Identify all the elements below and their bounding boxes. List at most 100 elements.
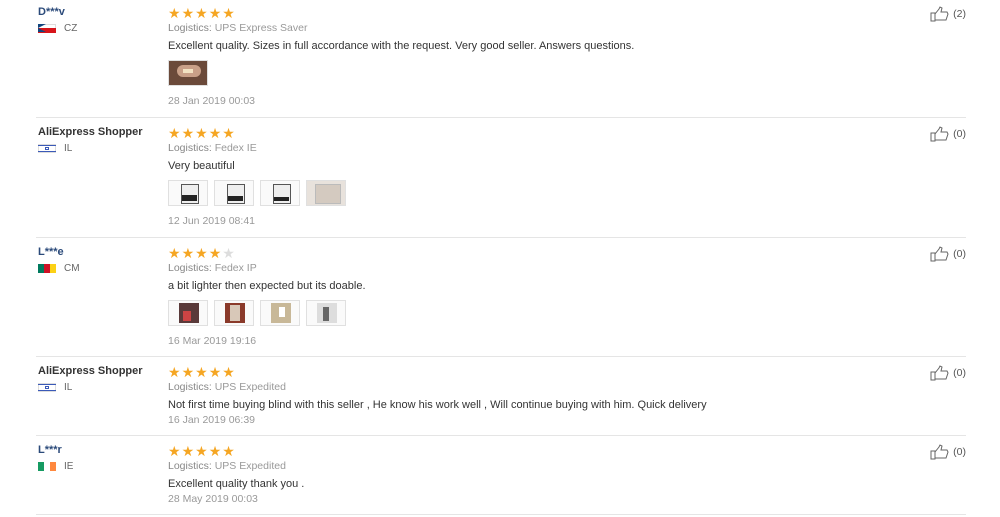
review-date: 16 Mar 2019 19:16 — [168, 335, 257, 347]
star-rating: ★ ★ ★ ★ ★ — [168, 126, 888, 140]
country-code: CZ — [64, 23, 78, 34]
star-rating: ★ ★ ★ ★ ★ — [168, 365, 888, 379]
star-icon: ★ — [195, 125, 208, 141]
star-icon: ★ — [222, 443, 235, 459]
star-icon: ★ — [168, 245, 181, 261]
review-photos — [168, 180, 888, 206]
review-item: L***e CM ★ ★ ★ ★ ★ Logistics: Fedex IP a bit… — [36, 240, 966, 357]
flag-cz-icon — [38, 24, 56, 33]
review-content: ★ ★ ★ ★ ★ Logistics: UPS Expedited Excellent… — [168, 444, 888, 505]
star-icon: ★ — [222, 5, 235, 21]
review-photo-thumbnail[interactable] — [168, 60, 208, 86]
star-icon: ★ — [181, 364, 195, 380]
review-photo-thumbnail[interactable] — [214, 300, 254, 326]
reviewer-name: L***e — [38, 246, 64, 258]
star-icon: ★ — [195, 5, 208, 21]
logistics-info: Logistics: UPS Expedited — [168, 460, 888, 472]
logistics-info: Logistics: UPS Expedited — [168, 381, 888, 393]
logistics-value: Fedex IP — [214, 262, 257, 274]
reviewer-info: L***r IE — [38, 444, 168, 472]
star-icon: ★ — [168, 443, 181, 459]
star-icon: ★ — [181, 5, 195, 21]
logistics-label: Logistics: — [168, 381, 212, 393]
logistics-info: Logistics: Fedex IE — [168, 142, 888, 154]
review-date: 28 May 2019 00:03 — [168, 493, 258, 505]
flag-cm-icon — [38, 264, 56, 273]
star-icon: ★ — [208, 5, 222, 21]
logistics-label: Logistics: — [168, 460, 212, 472]
thumbs-up-icon — [930, 126, 949, 142]
review-photo-thumbnail[interactable] — [168, 180, 208, 206]
review-content: ★ ★ ★ ★ ★ Logistics: UPS Express Saver Excel… — [168, 6, 888, 107]
thumbs-up-icon — [930, 365, 949, 381]
review-content: ★ ★ ★ ★ ★ Logistics: Fedex IP a bit lighter … — [168, 246, 888, 347]
star-icon: ★ — [195, 443, 208, 459]
star-icon: ★ — [168, 5, 181, 21]
star-icon: ★ — [181, 245, 195, 261]
review-photo-thumbnail[interactable] — [260, 180, 300, 206]
star-empty-icon: ★ — [222, 245, 235, 261]
reviewer-country: CM — [38, 263, 168, 274]
star-icon: ★ — [222, 125, 235, 141]
review-photos — [168, 60, 888, 86]
reviewer-name: AliExpress Shopper — [38, 126, 143, 138]
review-photo-thumbnail[interactable] — [306, 180, 346, 206]
reviewer-name: L***r — [38, 444, 62, 456]
helpful-button[interactable]: (0) — [930, 126, 966, 142]
logistics-label: Logistics: — [168, 22, 212, 34]
helpful-button[interactable]: (2) — [930, 6, 966, 22]
review-date: 28 Jan 2019 00:03 — [168, 95, 255, 107]
helpful-button[interactable]: (0) — [930, 246, 966, 262]
star-icon: ★ — [168, 364, 181, 380]
country-code: IE — [64, 461, 74, 472]
thumbs-up-icon — [930, 444, 949, 460]
thumbs-up-icon — [930, 6, 949, 22]
review-text: Not first time buying blind with this se… — [168, 399, 707, 411]
star-icon: ★ — [208, 443, 222, 459]
helpful-count: (0) — [953, 367, 966, 379]
review-photo-thumbnail[interactable] — [260, 300, 300, 326]
logistics-value: UPS Express Saver — [214, 22, 308, 34]
star-icon: ★ — [208, 245, 222, 261]
star-icon: ★ — [168, 125, 181, 141]
reviewer-country: IL — [38, 143, 168, 154]
helpful-count: (0) — [953, 446, 966, 458]
logistics-value: Fedex IE — [214, 142, 257, 154]
review-item: L***r IE ★ ★ ★ ★ ★ Logistics: UPS Expedited … — [36, 438, 966, 515]
review-content: ★ ★ ★ ★ ★ Logistics: UPS Expedited Not first… — [168, 365, 888, 426]
star-icon: ★ — [208, 125, 222, 141]
review-content: ★ ★ ★ ★ ★ Logistics: Fedex IE Very beautiful… — [168, 126, 888, 227]
reviewer-name: D***v — [38, 6, 65, 18]
reviewer-info: D***v CZ — [38, 6, 168, 34]
helpful-count: (0) — [953, 128, 966, 140]
helpful-count: (0) — [953, 248, 966, 260]
star-icon: ★ — [195, 364, 208, 380]
logistics-label: Logistics: — [168, 262, 212, 274]
star-rating: ★ ★ ★ ★ ★ — [168, 444, 888, 458]
country-code: IL — [64, 143, 73, 154]
logistics-value: UPS Expedited — [214, 460, 286, 472]
flag-ie-icon — [38, 462, 56, 471]
flag-il-icon — [38, 383, 56, 392]
country-code: CM — [64, 263, 80, 274]
review-item: D***v CZ ★ ★ ★ ★ ★ Logistics: UPS Express Sa… — [36, 0, 966, 118]
reviewer-name: AliExpress Shopper — [38, 365, 143, 377]
logistics-info: Logistics: Fedex IP — [168, 262, 888, 274]
logistics-label: Logistics: — [168, 142, 212, 154]
review-photo-thumbnail[interactable] — [168, 300, 208, 326]
star-rating: ★ ★ ★ ★ ★ — [168, 246, 888, 260]
thumbs-up-icon — [930, 246, 949, 262]
helpful-button[interactable]: (0) — [930, 444, 966, 460]
review-date: 12 Jun 2019 08:41 — [168, 215, 255, 227]
review-photo-thumbnail[interactable] — [306, 300, 346, 326]
reviewer-info: AliExpress Shopper IL — [38, 126, 168, 154]
review-photos — [168, 300, 888, 326]
reviewer-country: IE — [38, 461, 168, 472]
reviewer-info: L***e CM — [38, 246, 168, 274]
review-text: a bit lighter then expected but its doab… — [168, 280, 366, 292]
helpful-count: (2) — [953, 8, 966, 20]
review-photo-thumbnail[interactable] — [214, 180, 254, 206]
helpful-button[interactable]: (0) — [930, 365, 966, 381]
review-text: Excellent quality thank you . — [168, 478, 305, 490]
review-text: Very beautiful — [168, 160, 235, 172]
